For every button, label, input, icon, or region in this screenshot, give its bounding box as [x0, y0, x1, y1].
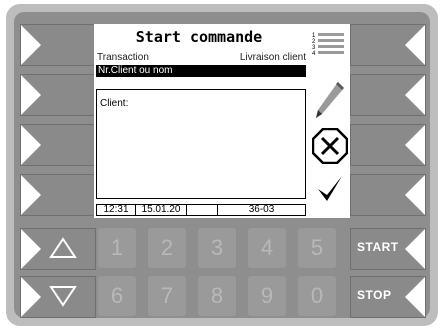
client-textbox[interactable]: Client:	[96, 89, 306, 199]
right-softkey-2[interactable]	[350, 74, 426, 116]
display-screen: Start commande Transaction Livraison cli…	[94, 24, 350, 218]
status-empty	[187, 205, 218, 215]
delivery-type-label: Livraison client	[239, 52, 306, 63]
arrow-right-icon	[21, 277, 41, 317]
key-7[interactable]: 7	[148, 276, 186, 316]
down-button[interactable]	[20, 276, 96, 318]
numbered-list-icon[interactable]: 1 2 3 4	[312, 30, 346, 60]
key-6[interactable]: 6	[98, 276, 136, 316]
key-9[interactable]: 9	[248, 276, 286, 316]
right-softkey-3[interactable]	[350, 124, 426, 166]
left-softkey-2[interactable]	[20, 74, 96, 116]
arrow-right-icon	[21, 125, 41, 165]
right-softkey-4[interactable]	[350, 174, 426, 216]
arrow-right-icon	[21, 229, 41, 269]
arrow-left-icon	[405, 277, 425, 317]
arrow-left-icon	[405, 25, 425, 65]
checkmark-icon[interactable]	[316, 174, 344, 204]
key-4[interactable]: 4	[248, 228, 286, 268]
svg-text:4: 4	[312, 51, 316, 57]
key-3[interactable]: 3	[198, 228, 236, 268]
start-button[interactable]: START	[350, 228, 426, 270]
customer-search-field[interactable]: Nr.Client ou nom	[96, 65, 306, 77]
status-bar: 12:31 15.01.20 36-03	[96, 204, 306, 216]
key-0[interactable]: 0	[298, 276, 336, 316]
right-softkey-1[interactable]	[350, 24, 426, 66]
pencil-icon[interactable]	[314, 80, 346, 120]
arrow-right-icon	[21, 175, 41, 215]
stop-label: STOP	[357, 288, 392, 302]
status-time: 12:31	[97, 205, 136, 215]
status-code: 36-03	[248, 204, 275, 215]
terminal-device: Start commande Transaction Livraison cli…	[0, 0, 444, 330]
cancel-icon[interactable]	[312, 128, 348, 164]
key-2[interactable]: 2	[148, 228, 186, 268]
stop-button[interactable]: STOP	[350, 276, 426, 318]
arrow-left-icon	[405, 175, 425, 215]
screen-title: Start commande	[135, 28, 263, 46]
triangle-down-icon	[49, 286, 77, 307]
triangle-up-icon	[49, 237, 77, 258]
arrow-left-icon	[405, 229, 425, 269]
arrow-left-icon	[405, 125, 425, 165]
left-softkey-1[interactable]	[20, 24, 96, 66]
left-softkey-3[interactable]	[20, 124, 96, 166]
arrow-left-icon	[405, 75, 425, 115]
status-date: 15.01.20	[136, 205, 187, 215]
key-8[interactable]: 8	[198, 276, 236, 316]
key-5[interactable]: 5	[298, 228, 336, 268]
arrow-right-icon	[21, 75, 41, 115]
transaction-label: Transaction	[97, 52, 149, 63]
client-label: Client:	[100, 98, 129, 109]
left-softkey-4[interactable]	[20, 174, 96, 216]
arrow-right-icon	[21, 25, 41, 65]
up-button[interactable]	[20, 228, 96, 270]
start-label: START	[357, 240, 399, 254]
key-1[interactable]: 1	[98, 228, 136, 268]
